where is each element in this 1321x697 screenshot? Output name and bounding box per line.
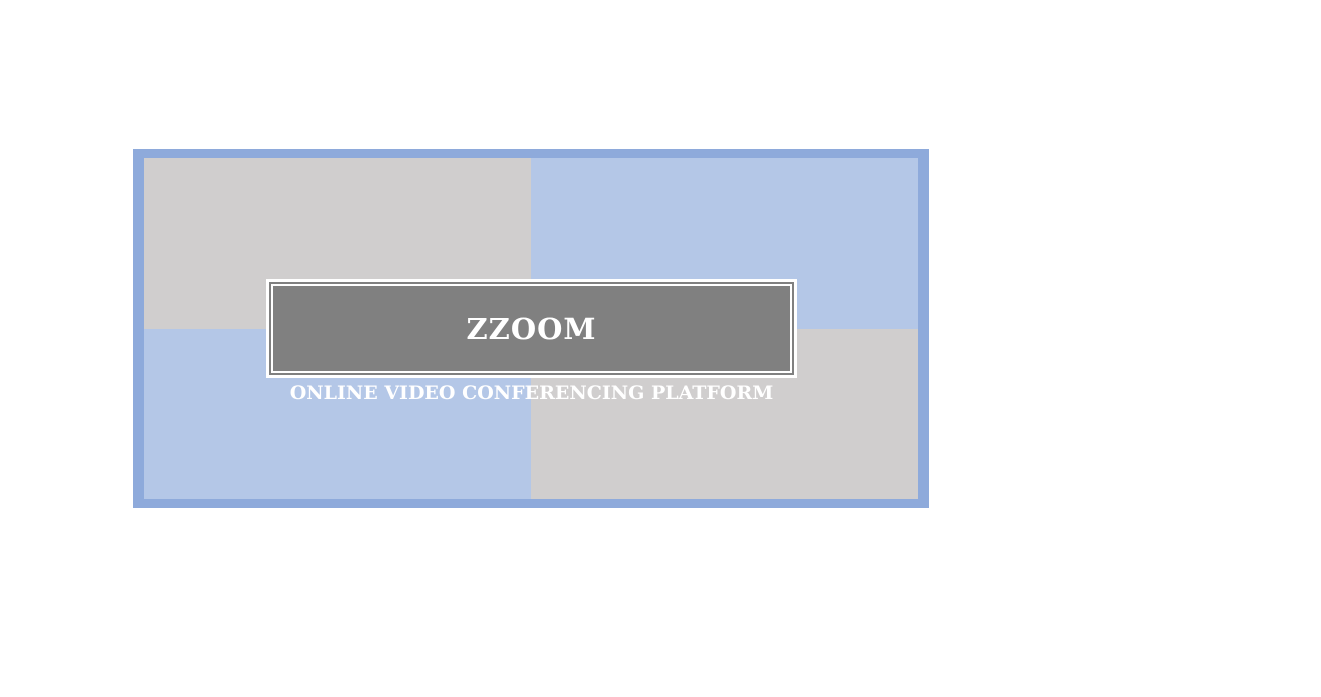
logo-inner-border: ZZOOM [271,284,792,373]
brand-tagline: ONLINE VIDEO CONFERENCING PLATFORM [289,382,774,404]
brand-name: ZZOOM [466,312,597,346]
logo-box: ZZOOM [266,279,797,378]
logo-panel: ZZOOM [275,288,788,369]
